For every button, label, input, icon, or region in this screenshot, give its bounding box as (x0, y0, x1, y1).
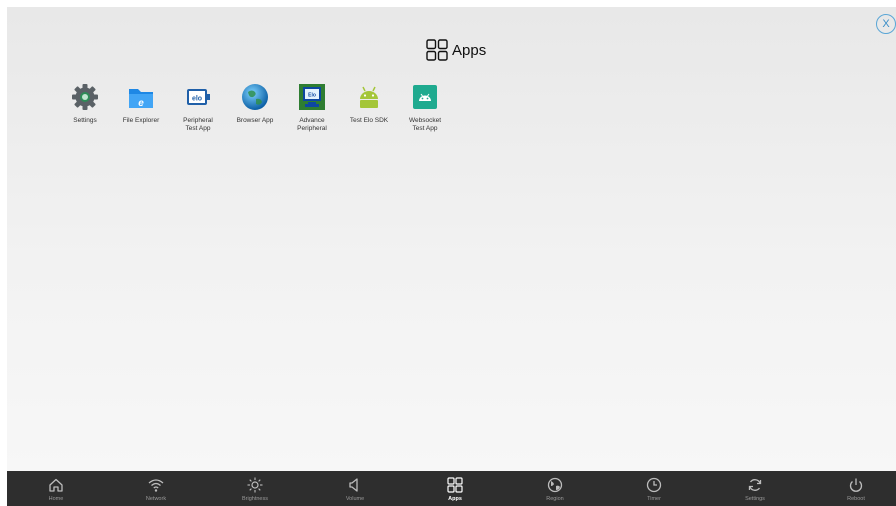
svg-text:Elo: Elo (308, 93, 316, 99)
page-title-text: Apps (452, 41, 487, 59)
elo-peripheral-icon: elo (187, 89, 210, 105)
elo-advance-icon: Elo (299, 84, 325, 110)
app-browser[interactable]: Browser App (225, 82, 285, 125)
taskbar-network[interactable]: Network (126, 471, 186, 506)
app-label: Browser App (236, 117, 274, 124)
apps-panel (7, 7, 896, 471)
taskbar-brightness[interactable]: Brightness (225, 471, 285, 506)
android-square-icon (413, 85, 437, 109)
taskbar-apps[interactable]: Apps (425, 471, 485, 506)
app-settings[interactable]: Settings (55, 82, 115, 125)
taskbar-label: Region (546, 496, 564, 502)
taskbar-label: Timer (647, 496, 661, 502)
page-title: Apps (426, 39, 486, 61)
taskbar-label: Settings (745, 496, 765, 502)
globe-icon (242, 84, 268, 110)
home-icon (49, 478, 63, 492)
gear-icon (72, 84, 98, 110)
taskbar-label: Apps (448, 496, 462, 502)
android-icon (360, 86, 378, 108)
taskbar-label: Network (145, 496, 167, 502)
app-label: Advance Peripheral (297, 117, 327, 132)
app-label: File Explorer (122, 117, 160, 124)
taskbar-volume[interactable]: Volume (325, 471, 385, 506)
app-label: Test Elo SDK (349, 117, 389, 124)
taskbar-region[interactable]: Region (525, 471, 585, 506)
app-peripheral-test[interactable]: elo Peripheral Test App (168, 82, 228, 132)
taskbar: Home Network Brightness Volume Apps Regi… (7, 471, 896, 506)
app-label: Settings (73, 117, 97, 124)
taskbar-reboot[interactable]: Reboot (826, 471, 886, 506)
clock-icon (646, 477, 662, 493)
folder-icon: e (129, 89, 153, 109)
app-label: Websocket Test App (408, 117, 442, 132)
apps-grid-icon (447, 477, 463, 493)
close-button[interactable]: X (876, 14, 896, 34)
app-advance-peripheral[interactable]: Elo Advance Peripheral (282, 82, 342, 132)
taskbar-label: Volume (345, 496, 365, 502)
taskbar-label: Home (48, 496, 64, 502)
power-icon (849, 478, 863, 492)
app-websocket-test[interactable]: Websocket Test App (395, 82, 455, 132)
sun-icon (247, 477, 263, 493)
taskbar-home[interactable]: Home (26, 471, 86, 506)
taskbar-label: Brightness (242, 496, 268, 502)
apps-grid-icon (426, 39, 448, 61)
sync-icon (748, 479, 762, 491)
volume-icon (349, 478, 358, 492)
taskbar-settings[interactable]: Settings (725, 471, 785, 506)
taskbar-label: Reboot (847, 496, 865, 502)
app-file-explorer[interactable]: e File Explorer (111, 82, 171, 125)
wifi-icon (148, 479, 164, 492)
taskbar-timer[interactable]: Timer (624, 471, 684, 506)
svg-text:elo: elo (192, 96, 202, 103)
globe-icon (547, 477, 563, 493)
app-test-elo-sdk[interactable]: Test Elo SDK (339, 82, 399, 125)
app-label: Peripheral Test App (183, 117, 213, 132)
svg-text:e: e (138, 98, 144, 109)
